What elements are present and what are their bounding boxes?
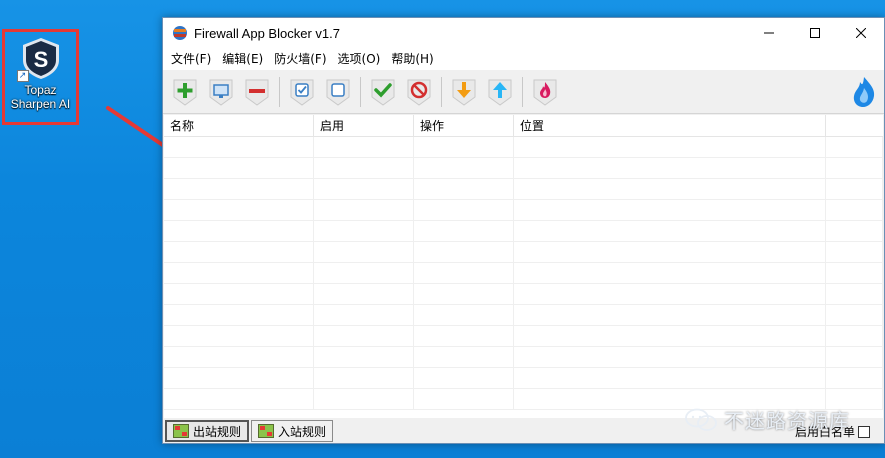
- empty-row: [164, 284, 883, 305]
- tab-inbound-rules[interactable]: 入站规则: [251, 420, 334, 442]
- allow-button[interactable]: [366, 74, 400, 110]
- empty-row: [164, 158, 883, 179]
- shortcut-arrow-icon: ↗: [16, 70, 29, 82]
- block-icon: [407, 79, 431, 106]
- empty-row: [164, 179, 883, 200]
- watermark-text: 不迷路资源库: [724, 409, 850, 433]
- menu-options[interactable]: 选项(O): [334, 48, 388, 70]
- column-header-name[interactable]: 名称: [164, 115, 314, 136]
- empty-row: [164, 326, 883, 347]
- wechat-icon: [685, 408, 717, 431]
- add-button[interactable]: [168, 74, 202, 110]
- list-body: [164, 137, 883, 418]
- rules-list[interactable]: 名称 启用 操作 位置: [164, 115, 883, 418]
- empty-row: [164, 242, 883, 263]
- empty-row: [164, 137, 883, 158]
- maximize-button[interactable]: [792, 18, 838, 48]
- window-title: Firewall App Blocker v1.7: [194, 25, 340, 41]
- deselect-all-button[interactable]: [321, 74, 355, 110]
- menu-edit[interactable]: 编辑(E): [218, 48, 270, 70]
- column-header-action[interactable]: 操作: [414, 115, 514, 136]
- menu-file[interactable]: 文件(F): [167, 48, 218, 70]
- toolbar-separator: [522, 76, 523, 107]
- tab-outbound-rules[interactable]: 出站规则: [165, 420, 250, 442]
- app-window: Firewall App Blocker v1.7 文件(F) 编辑(E) 防火…: [162, 17, 885, 444]
- minimize-button[interactable]: [746, 18, 792, 48]
- desktop-icon-topaz-sharpen-ai[interactable]: S ↗ Topaz Sharpen AI: [2, 29, 79, 125]
- empty-row: [164, 347, 883, 368]
- move-up-button[interactable]: [483, 74, 517, 110]
- svg-text:S: S: [33, 47, 48, 72]
- toolbar: [163, 70, 884, 114]
- column-header-enabled[interactable]: 启用: [314, 115, 414, 136]
- close-icon: [856, 28, 866, 38]
- arrow-up-icon: [488, 79, 512, 106]
- menu-firewall[interactable]: 防火墙(F): [270, 48, 333, 70]
- empty-row: [164, 368, 883, 389]
- column-header-location[interactable]: 位置: [514, 115, 826, 136]
- toolbar-separator: [360, 76, 361, 107]
- rules-grid-icon: [173, 424, 189, 438]
- select-all-button[interactable]: [285, 74, 319, 110]
- empty-row: [164, 263, 883, 284]
- desktop-icon-label: Topaz Sharpen AI: [10, 83, 71, 111]
- title-bar[interactable]: Firewall App Blocker v1.7: [163, 18, 884, 48]
- checkbox-empty-icon: [326, 79, 350, 106]
- monitor-icon: [209, 79, 233, 106]
- maximize-icon: [810, 28, 820, 38]
- empty-row: [164, 221, 883, 242]
- empty-row: [164, 200, 883, 221]
- firewall-flame-icon: [533, 79, 557, 106]
- list-header: 名称 启用 操作 位置: [164, 115, 883, 137]
- empty-row: [164, 305, 883, 326]
- block-button[interactable]: [402, 74, 436, 110]
- arrow-down-icon: [452, 79, 476, 106]
- checkbox-checked-icon: [290, 79, 314, 106]
- toolbar-separator: [279, 76, 280, 107]
- enable-check-icon: [371, 79, 395, 106]
- close-button[interactable]: [838, 18, 884, 48]
- whitelist-checkbox[interactable]: [858, 425, 870, 438]
- add-icon: [173, 79, 197, 106]
- remove-button[interactable]: [240, 74, 274, 110]
- menu-bar: 文件(F) 编辑(E) 防火墙(F) 选项(O) 帮助(H): [163, 48, 884, 70]
- remove-icon: [245, 79, 269, 106]
- add-process-button[interactable]: [204, 74, 238, 110]
- brand-flame-icon: [853, 77, 875, 107]
- topaz-logo-icon: S ↗: [16, 36, 63, 82]
- rules-grid-icon: [258, 424, 275, 438]
- app-icon: [173, 26, 187, 40]
- watermark: 不迷路资源库: [684, 405, 850, 434]
- move-down-button[interactable]: [447, 74, 481, 110]
- toolbar-separator: [441, 76, 442, 107]
- menu-help[interactable]: 帮助(H): [387, 48, 440, 70]
- firewall-settings-button[interactable]: [528, 74, 562, 110]
- minimize-icon: [764, 32, 774, 34]
